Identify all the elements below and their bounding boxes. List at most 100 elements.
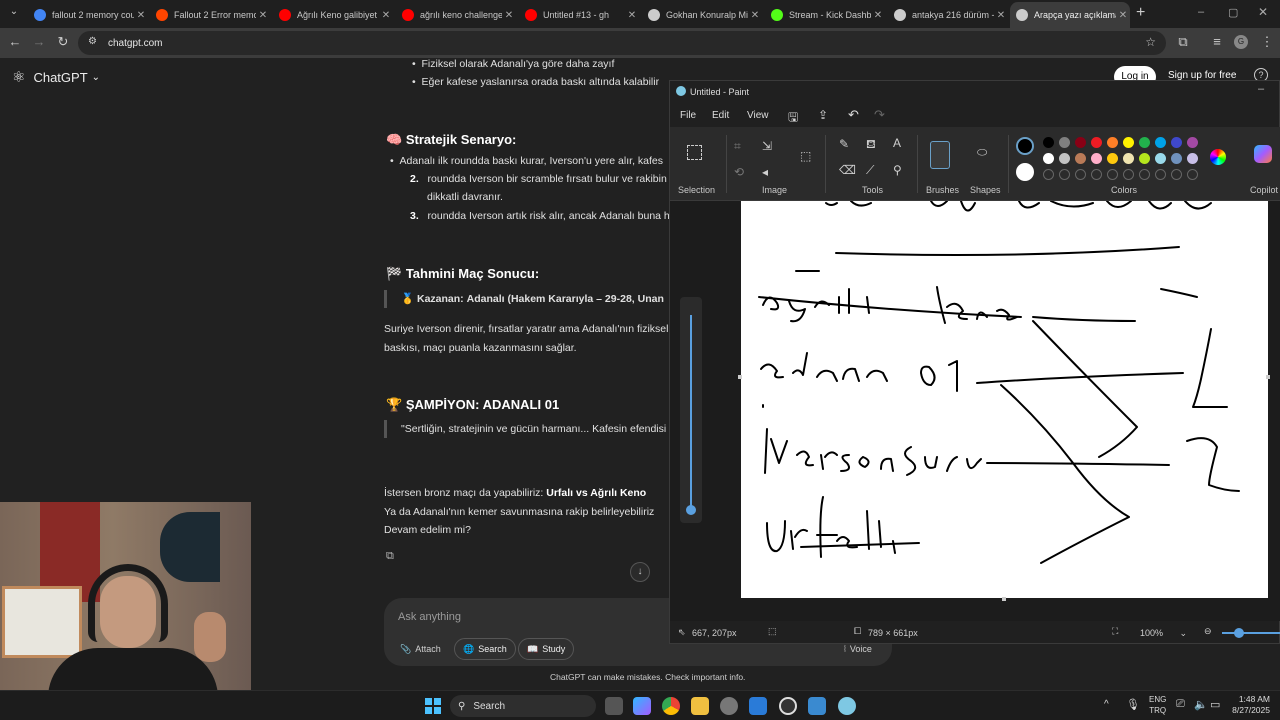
custom-color-slot[interactable]: [1043, 169, 1054, 180]
site-info-icon[interactable]: ⚙: [88, 36, 97, 47]
brushes-button[interactable]: [930, 141, 950, 169]
color-swatch[interactable]: [1043, 137, 1054, 148]
paint-taskbar-icon[interactable]: [838, 697, 856, 715]
redo-icon[interactable]: ↷: [874, 107, 885, 123]
chrome-icon[interactable]: [662, 697, 680, 715]
color-swatch[interactable]: [1139, 137, 1150, 148]
tray-chevron-icon[interactable]: ^: [1104, 699, 1109, 710]
photos-icon[interactable]: [749, 697, 767, 715]
color-swatch[interactable]: [1043, 153, 1054, 164]
magnifier-icon[interactable]: ⚲: [893, 163, 902, 177]
menu-file[interactable]: File: [680, 110, 696, 121]
zoom-level-select[interactable]: 100% ⌄: [1136, 624, 1192, 642]
extensions-icon[interactable]: ⧉: [1174, 34, 1192, 50]
color-swatch[interactable]: [1155, 137, 1166, 148]
custom-color-slot[interactable]: [1171, 169, 1182, 180]
obs-icon[interactable]: [779, 697, 797, 715]
attach-button[interactable]: 📎 Attach: [392, 638, 449, 660]
color-swatch[interactable]: [1059, 153, 1070, 164]
canvas-resize-handle[interactable]: [1002, 597, 1006, 601]
color-swatch[interactable]: [1075, 137, 1086, 148]
address-bar[interactable]: ⚙ chatgpt.com ☆: [78, 31, 1166, 55]
color-swatch[interactable]: [1187, 153, 1198, 164]
model-selector[interactable]: ⚛ ChatGPT ⌄: [12, 68, 100, 86]
browser-tab[interactable]: antakya 216 dürüm - ✕: [888, 4, 1008, 26]
back-icon[interactable]: ←: [6, 34, 24, 49]
tab-close-icon[interactable]: ✕: [379, 10, 393, 21]
menu-icon[interactable]: ⋮: [1258, 34, 1276, 50]
color-picker-icon[interactable]: ⟋: [866, 163, 874, 178]
network-icon[interactable]: ⎚: [1176, 698, 1185, 711]
zoom-slider-vertical[interactable]: [680, 297, 702, 523]
taskbar-search[interactable]: ⚲ Search: [450, 695, 596, 717]
eraser-icon[interactable]: ⌫: [839, 163, 856, 177]
pencil-icon[interactable]: ✎: [839, 137, 849, 151]
tab-close-icon[interactable]: ✕: [748, 10, 762, 21]
search-button[interactable]: 🌐 Search: [454, 638, 516, 660]
browser-tab[interactable]: Ağrılı Keno galibiyet ✕: [273, 4, 393, 26]
fill-icon[interactable]: ⛾: [866, 137, 876, 153]
menu-edit[interactable]: Edit: [712, 110, 729, 121]
minimize-icon[interactable]: –: [1198, 6, 1204, 18]
browser-tab[interactable]: Arapça yazı açıklama ✕: [1010, 2, 1130, 28]
color-swatch[interactable]: [1075, 153, 1086, 164]
slider-thumb[interactable]: [686, 505, 696, 515]
secondary-color[interactable]: [1016, 163, 1034, 181]
save-icon[interactable]: 🖫: [788, 108, 798, 129]
zoom-slider-thumb[interactable]: [1234, 628, 1244, 638]
snipping-icon[interactable]: [808, 697, 826, 715]
bookmark-star-icon[interactable]: ☆: [1145, 35, 1156, 49]
copilot-icon[interactable]: [1254, 145, 1272, 163]
tab-close-icon[interactable]: ✕: [994, 10, 1008, 21]
custom-color-slot[interactable]: [1075, 169, 1086, 180]
browser-tab[interactable]: Untitled #13 - gh ✕: [519, 4, 639, 26]
browser-tab[interactable]: Gokhan Konuralp Mi ✕: [642, 4, 762, 26]
start-button[interactable]: [425, 698, 441, 714]
copilot-taskbar-icon[interactable]: [633, 697, 651, 715]
reload-icon[interactable]: ↻: [54, 34, 72, 50]
copy-icon[interactable]: ⧉: [386, 550, 394, 563]
canvas-resize-handle[interactable]: [738, 375, 742, 379]
color-swatch[interactable]: [1171, 153, 1182, 164]
new-tab-button[interactable]: +: [1136, 4, 1145, 22]
color-swatch[interactable]: [1107, 137, 1118, 148]
custom-color-slot[interactable]: [1139, 169, 1150, 180]
image-select-icon[interactable]: ⬚: [800, 149, 811, 163]
browser-tab[interactable]: ağrılı keno challenge ✕: [396, 4, 516, 26]
color-swatch[interactable]: [1139, 153, 1150, 164]
color-swatch[interactable]: [1187, 137, 1198, 148]
shapes-icon[interactable]: ⬭: [977, 145, 987, 160]
study-button[interactable]: 📖 Study: [518, 638, 575, 660]
menu-view[interactable]: View: [747, 110, 769, 121]
microphone-icon[interactable]: 🎙: [1126, 698, 1140, 711]
custom-color-slot[interactable]: [1059, 169, 1070, 180]
drawing-canvas[interactable]: [741, 201, 1268, 598]
flip-icon[interactable]: ◂: [762, 165, 768, 179]
ask-input[interactable]: Ask anything: [398, 611, 461, 623]
color-swatch[interactable]: [1107, 153, 1118, 164]
browser-tab[interactable]: fallout 2 memory cou ✕: [28, 4, 148, 26]
paint-minimize-icon[interactable]: –: [1258, 83, 1264, 95]
selection-tool-icon[interactable]: [687, 145, 702, 160]
close-window-icon[interactable]: ✕: [1258, 5, 1268, 19]
custom-color-slot[interactable]: [1123, 169, 1134, 180]
task-view-icon[interactable]: [605, 697, 623, 715]
file-explorer-icon[interactable]: [691, 697, 709, 715]
rotate-icon[interactable]: ⟲: [734, 165, 744, 179]
clock[interactable]: 1:48 AM 8/27/2025: [1226, 694, 1270, 716]
undo-icon[interactable]: ↶: [848, 107, 859, 123]
canvas-resize-handle[interactable]: [1266, 375, 1270, 379]
tab-close-icon[interactable]: ✕: [1116, 10, 1130, 21]
settings-icon[interactable]: [720, 697, 738, 715]
resize-icon[interactable]: ⇲: [762, 139, 772, 153]
profile-avatar[interactable]: G: [1234, 35, 1248, 49]
forward-icon[interactable]: →: [30, 34, 48, 49]
color-swatch[interactable]: [1091, 153, 1102, 164]
restore-icon[interactable]: ▢: [1228, 6, 1238, 19]
tab-close-icon[interactable]: ✕: [871, 10, 885, 21]
edit-colors-icon[interactable]: [1210, 149, 1226, 165]
crop-icon[interactable]: ⌗: [734, 139, 741, 154]
primary-color[interactable]: [1016, 137, 1034, 155]
browser-tab[interactable]: Stream - Kick Dashbo ✕: [765, 4, 885, 26]
color-swatch[interactable]: [1059, 137, 1070, 148]
